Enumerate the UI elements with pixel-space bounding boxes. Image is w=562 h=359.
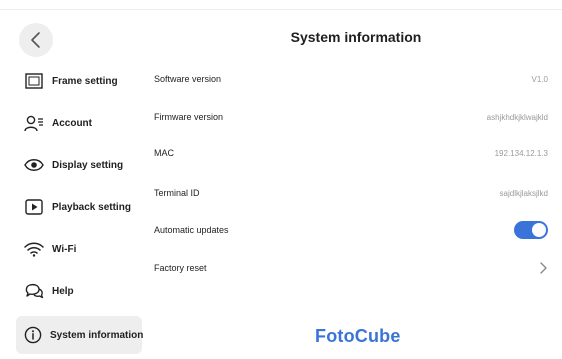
automatic-updates-toggle[interactable] (514, 221, 548, 239)
sidebar-item-system-information[interactable]: System information (16, 316, 144, 354)
row-automatic-updates: Automatic updates (154, 211, 548, 249)
row-label: Terminal ID (154, 188, 200, 198)
help-chat-icon (24, 281, 44, 301)
row-terminal-id: Terminal ID sajdlkjlaksjlkd (154, 174, 548, 212)
row-value: sajdlkjlaksjlkd (499, 188, 548, 198)
back-button[interactable] (19, 23, 53, 57)
sidebar-item-label: Wi-Fi (52, 243, 77, 255)
sidebar-item-label: Display setting (52, 159, 124, 171)
sidebar-item-wifi[interactable]: Wi-Fi (16, 230, 142, 268)
toggle-knob (532, 223, 546, 237)
wifi-icon (24, 239, 44, 259)
sidebar-item-playback-setting[interactable]: Playback setting (16, 188, 142, 226)
sidebar-item-label: Playback setting (52, 201, 131, 213)
chevron-left-icon (31, 32, 40, 48)
chevron-right-icon[interactable] (538, 261, 548, 275)
eye-icon (24, 155, 44, 175)
fotocube-logo: FotoCube (315, 326, 401, 346)
row-label: MAC (154, 148, 174, 158)
sidebar-item-frame-setting[interactable]: Frame setting (16, 62, 142, 100)
row-value: ashjkhdkjklwajkld (486, 112, 548, 122)
row-label: Software version (154, 74, 222, 84)
account-icon (24, 113, 44, 133)
row-mac: MAC 192.134.12.1.3 (154, 134, 548, 172)
row-firmware-version: Firmware version ashjkhdkjklwajkld (154, 98, 548, 136)
sidebar-item-label: System information (50, 329, 144, 341)
sidebar-item-display-setting[interactable]: Display setting (16, 146, 142, 184)
top-bar (0, 0, 562, 10)
row-value: 192.134.12.1.3 (494, 148, 548, 158)
sidebar-item-account[interactable]: Account (16, 104, 142, 142)
row-label: Factory reset (154, 263, 207, 273)
sidebar-item-label: Account (52, 117, 92, 129)
row-label: Automatic updates (154, 225, 229, 235)
play-icon (24, 197, 44, 217)
sidebar-item-label: Frame setting (52, 75, 118, 87)
page-title: System information (290, 29, 422, 45)
row-factory-reset[interactable]: Factory reset (154, 249, 548, 287)
sidebar-item-help[interactable]: Help (16, 272, 142, 310)
row-software-version: Software version V1.0 (154, 60, 548, 98)
row-label: Firmware version (154, 112, 224, 122)
info-icon (24, 325, 42, 345)
frame-icon (24, 71, 44, 91)
row-value: V1.0 (531, 74, 548, 84)
sidebar-item-label: Help (52, 285, 74, 297)
